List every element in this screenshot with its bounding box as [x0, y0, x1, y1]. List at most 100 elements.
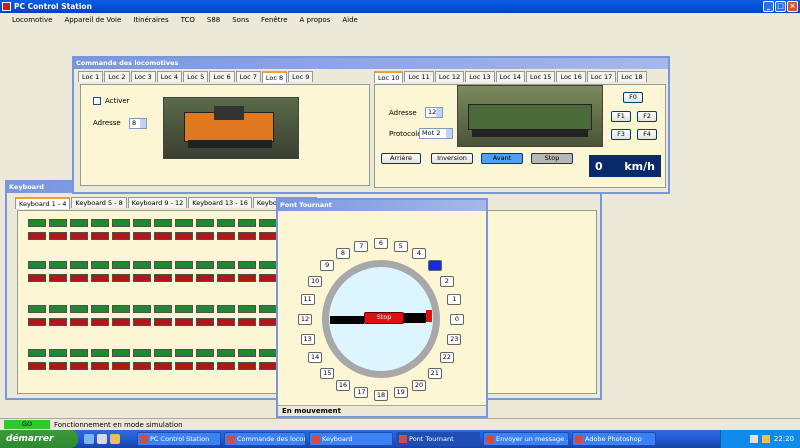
track-9-button[interactable]: 9 — [320, 260, 335, 272]
tab-keyboard-1[interactable]: Keyboard 5 - 8 — [71, 197, 127, 208]
keyboard-switch-green[interactable] — [154, 349, 172, 357]
menu-fenetre[interactable]: Fenêtre — [255, 16, 293, 24]
explorer-icon[interactable] — [110, 434, 120, 444]
keyboard-switch-green[interactable] — [133, 349, 151, 357]
keyboard-switch-green[interactable] — [49, 261, 67, 269]
task-pc-control-station[interactable]: PC Control Station — [137, 432, 221, 446]
keyboard-switch-green[interactable] — [196, 349, 214, 357]
keyboard-switch-red[interactable] — [154, 362, 172, 370]
keyboard-switch-red[interactable] — [196, 274, 214, 282]
keyboard-switch-green[interactable] — [196, 261, 214, 269]
tab-keyboard-3[interactable]: Keyboard 13 - 16 — [188, 197, 252, 208]
keyboard-switch-green[interactable] — [49, 219, 67, 227]
keyboard-switch-green[interactable] — [70, 219, 88, 227]
keyboard-switch-red[interactable] — [49, 232, 67, 240]
task-adobe-photoshop[interactable]: Adobe Photoshop — [572, 432, 656, 446]
tab-loco-right-2[interactable]: Loc 12 — [434, 71, 465, 82]
keyboard-switch-green[interactable] — [196, 305, 214, 313]
keyboard-switch-green[interactable] — [196, 219, 214, 227]
task-commande-locomotives[interactable]: Commande des locom... — [224, 432, 306, 446]
track-14-button[interactable]: 14 — [308, 352, 323, 363]
keyboard-switch-red[interactable] — [154, 274, 172, 282]
turntable-stop-button[interactable]: Stop — [364, 312, 404, 324]
keyboard-switch-red[interactable] — [217, 232, 235, 240]
keyboard-switch-red[interactable] — [217, 274, 235, 282]
keyboard-switch-green[interactable] — [91, 219, 109, 227]
keyboard-switch-red[interactable] — [196, 232, 214, 240]
tab-loco-left-2[interactable]: Loc 3 — [130, 71, 156, 82]
keyboard-switch-red[interactable] — [259, 318, 277, 326]
menu-aide[interactable]: Aide — [336, 16, 363, 24]
keyboard-switch-green[interactable] — [91, 305, 109, 313]
keyboard-switch-red[interactable] — [28, 362, 46, 370]
keyboard-switch-green[interactable] — [154, 219, 172, 227]
keyboard-switch-green[interactable] — [112, 261, 130, 269]
menu-tco[interactable]: TCO — [175, 16, 201, 24]
track-23-button[interactable]: 23 — [447, 333, 462, 345]
function-f0-button[interactable]: F0 — [623, 92, 643, 103]
keyboard-switch-green[interactable] — [259, 219, 277, 227]
menu-locomotive[interactable]: Locomotive — [6, 16, 58, 24]
function-f1-button[interactable]: F1 — [611, 111, 631, 122]
tab-loco-left-3[interactable]: Loc 4 — [156, 71, 183, 82]
keyboard-switch-green[interactable] — [154, 261, 172, 269]
keyboard-switch-green[interactable] — [28, 261, 46, 269]
keyboard-switch-red[interactable] — [49, 362, 67, 370]
track-19-button[interactable]: 19 — [393, 387, 408, 399]
tab-keyboard-2[interactable]: Keyboard 9 - 12 — [127, 197, 188, 208]
close-button[interactable]: × — [787, 1, 798, 12]
tab-keyboard-0[interactable]: Keyboard 1 - 4 — [15, 197, 71, 209]
keyboard-switch-green[interactable] — [175, 219, 193, 227]
menu-sons[interactable]: Sons — [226, 16, 255, 24]
track-11-button[interactable]: 11 — [300, 294, 315, 306]
tab-loco-left-5[interactable]: Loc 6 — [209, 71, 235, 82]
track-10-button[interactable]: 10 — [308, 276, 323, 287]
menu-s88[interactable]: S88 — [201, 16, 226, 24]
track-4-button[interactable]: 4 — [412, 248, 426, 260]
track-selected-marker[interactable] — [427, 260, 442, 272]
network-icon[interactable] — [761, 435, 770, 443]
track-22-button[interactable]: 22 — [439, 352, 454, 363]
keyboard-switch-green[interactable] — [28, 305, 46, 313]
keyboard-switch-green[interactable] — [175, 349, 193, 357]
keyboard-switch-green[interactable] — [238, 261, 256, 269]
function-f2-button[interactable]: F2 — [637, 111, 657, 122]
tab-loco-right-8[interactable]: Loc 18 — [617, 71, 647, 82]
keyboard-switch-green[interactable] — [154, 305, 172, 313]
keyboard-switch-red[interactable] — [175, 232, 193, 240]
keyboard-switch-red[interactable] — [196, 362, 214, 370]
keyboard-switch-green[interactable] — [217, 305, 235, 313]
keyboard-switch-red[interactable] — [217, 318, 235, 326]
keyboard-switch-red[interactable] — [112, 318, 130, 326]
tab-loco-left-1[interactable]: Loc 2 — [104, 71, 130, 82]
keyboard-switch-red[interactable] — [70, 362, 88, 370]
keyboard-switch-red[interactable] — [91, 232, 109, 240]
keyboard-switch-green[interactable] — [91, 261, 109, 269]
keyboard-switch-red[interactable] — [217, 362, 235, 370]
keyboard-switch-red[interactable] — [196, 318, 214, 326]
keyboard-switch-red[interactable] — [49, 274, 67, 282]
desktop-icon[interactable] — [97, 434, 107, 444]
keyboard-switch-red[interactable] — [154, 318, 172, 326]
keyboard-switch-green[interactable] — [70, 305, 88, 313]
track-7-button[interactable]: 7 — [354, 240, 369, 252]
minimize-button[interactable]: _ — [763, 1, 774, 12]
start-button[interactable]: démarrer — [0, 430, 78, 448]
track-13-button[interactable]: 13 — [300, 333, 315, 345]
keyboard-switch-red[interactable] — [154, 232, 172, 240]
right-adresse-spinner[interactable]: 12 — [425, 107, 443, 118]
volume-icon[interactable] — [749, 435, 758, 443]
protocole-select[interactable]: Mot 2 — [419, 128, 453, 139]
maximize-button[interactable]: □ — [775, 1, 786, 12]
tab-loco-right-3[interactable]: Loc 13 — [465, 71, 495, 82]
keyboard-switch-red[interactable] — [112, 232, 130, 240]
track-15-button[interactable]: 15 — [320, 367, 335, 379]
inversion-button[interactable]: Inversion — [431, 153, 473, 164]
track-12-button[interactable]: 12 — [298, 314, 312, 325]
tab-loco-left-8[interactable]: Loc 9 — [288, 71, 314, 82]
tab-loco-right-0[interactable]: Loc 10 — [374, 71, 404, 83]
track-0-button[interactable]: 0 — [450, 314, 464, 325]
menu-a-propos[interactable]: A propos — [294, 16, 337, 24]
keyboard-switch-green[interactable] — [112, 219, 130, 227]
tab-loco-right-6[interactable]: Loc 16 — [556, 71, 586, 82]
